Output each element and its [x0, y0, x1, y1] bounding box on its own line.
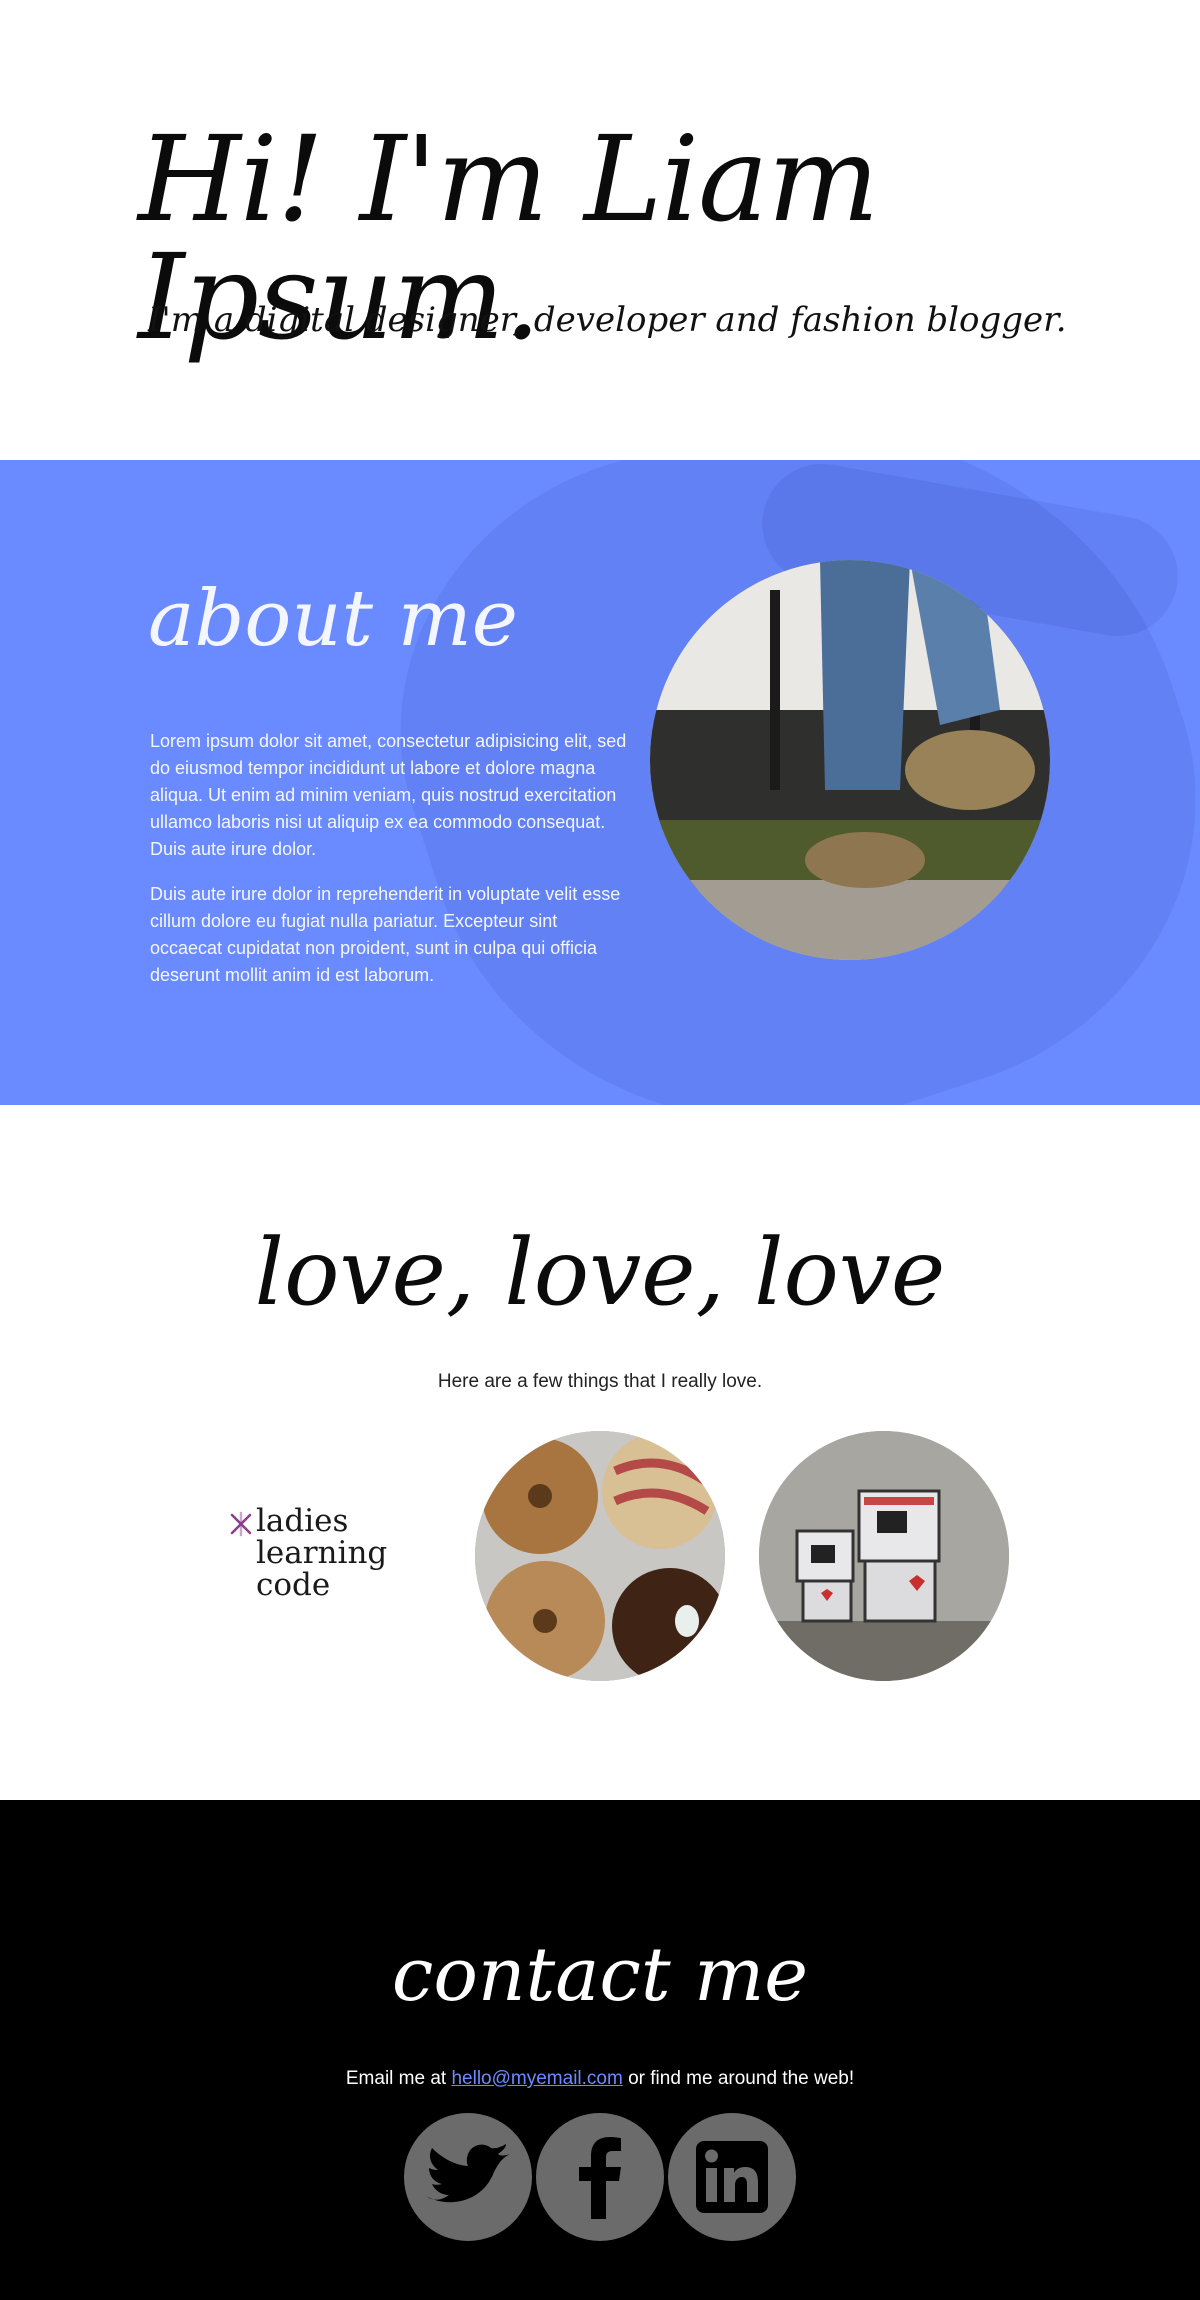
about-heading: about me: [148, 574, 518, 664]
shoes-illustration: [650, 560, 1050, 960]
donuts-illustration: [475, 1431, 725, 1681]
hero-section: Hi! I'm Liam Ipsum. I'm a digital design…: [0, 0, 1200, 460]
about-paragraph: Duis aute irure dolor in reprehenderit i…: [150, 884, 621, 985]
contact-section: contact me Email me at hello@myemail.com…: [0, 1800, 1200, 2300]
about-paragraph: Lorem ipsum dolor sit amet, consectetur …: [150, 731, 627, 859]
about-section: about me Lorem ipsum dolor sit amet, con…: [0, 460, 1200, 1105]
email-link[interactable]: hello@myemail.com: [451, 2068, 622, 2089]
contact-line: Email me at hello@myemail.com or find me…: [0, 2068, 1200, 2090]
linkedin-icon: [696, 2141, 768, 2213]
cross-stitch-icon: [230, 1511, 252, 1537]
robots-illustration: [759, 1431, 1009, 1681]
twitter-icon: [426, 2144, 510, 2203]
love-intro: Here are a few things that I really love…: [437, 1371, 763, 1392]
ladies-learning-code-logo: ladies learning code: [228, 1505, 428, 1615]
love-section: love, love, love Here are a few things t…: [0, 1105, 1200, 1800]
contact-line-suffix: or find me around the web!: [622, 2068, 855, 2089]
logo-word: learning: [256, 1535, 388, 1571]
hero-subtitle: I'm a digital designer, developer and fa…: [148, 300, 1067, 340]
facebook-link[interactable]: [536, 2113, 664, 2241]
about-text: Lorem ipsum dolor sit amet, consectetur …: [150, 728, 630, 1007]
contact-heading: contact me: [391, 1932, 809, 2018]
love-heading: love, love, love: [254, 1219, 946, 1326]
logo-word: code: [256, 1567, 331, 1603]
contact-line-prefix: Email me at: [345, 2068, 452, 2089]
shoes-photo: [650, 560, 1050, 960]
facebook-icon: [579, 2137, 621, 2219]
linkedin-link[interactable]: [668, 2113, 796, 2241]
donuts-photo: [475, 1431, 725, 1681]
twitter-link[interactable]: [404, 2113, 532, 2241]
street-art-robots-photo: [759, 1431, 1009, 1681]
logo-word: ladies: [256, 1503, 349, 1539]
